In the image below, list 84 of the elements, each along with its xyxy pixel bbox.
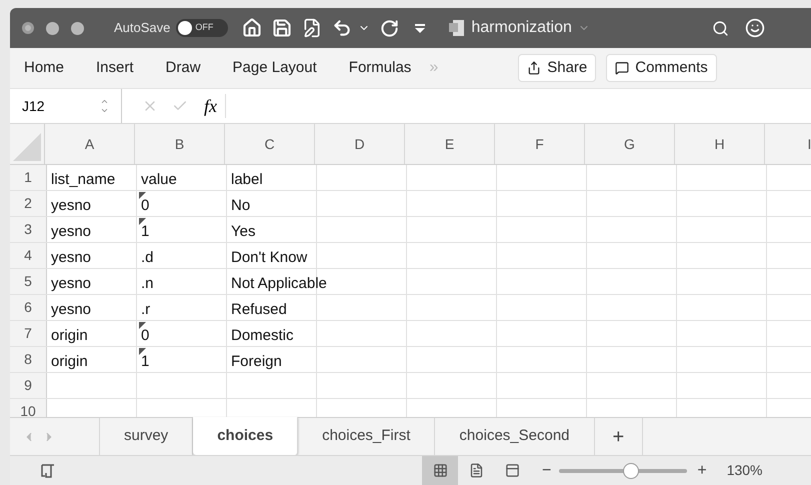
sheet-tab[interactable]: choices: [193, 417, 298, 455]
comment-icon: [615, 61, 630, 75]
undo-icon[interactable]: [332, 18, 352, 38]
comments-button[interactable]: Comments: [606, 54, 717, 82]
row-header[interactable]: 1: [10, 165, 47, 190]
cell-text: yesno: [51, 250, 92, 265]
cell-text: yesno: [51, 224, 92, 239]
cell-text: Refused: [231, 302, 287, 317]
column-header[interactable]: F: [495, 124, 585, 164]
grid-icon: [432, 463, 448, 478]
autosave-toggle[interactable]: OFF: [176, 19, 228, 37]
ribbon-tab[interactable]: Formulas: [348, 56, 412, 80]
cell-text: .r: [141, 302, 150, 317]
zoom-slider[interactable]: [559, 462, 688, 478]
view-button[interactable]: [422, 456, 458, 485]
cell-text: 0: [141, 198, 150, 213]
page-break-icon: [504, 463, 520, 478]
cell-text: Domestic: [231, 328, 294, 343]
document-title: harmonization: [471, 18, 572, 38]
ribbon-tab[interactable]: Page Layout: [232, 56, 317, 80]
row-header[interactable]: 5: [10, 269, 47, 294]
cell-text: 1: [141, 354, 150, 369]
cell-text: 1: [141, 224, 150, 239]
search-icon[interactable]: [712, 20, 729, 36]
cell-text: yesno: [51, 276, 92, 291]
zoom-level: 130%: [726, 461, 762, 480]
redo-icon[interactable]: [380, 18, 400, 38]
column-header[interactable]: E: [405, 124, 495, 164]
column-header[interactable]: D: [315, 124, 405, 164]
share-icon: [527, 61, 542, 75]
spreadsheet-file-icon: [449, 19, 466, 37]
cell-text: yesno: [51, 302, 92, 317]
cell-text: value: [141, 172, 177, 187]
home-icon[interactable]: [242, 18, 262, 38]
column-header[interactable]: C: [225, 124, 315, 164]
cell-text: .d: [141, 250, 154, 265]
macro-record-icon[interactable]: [40, 462, 56, 478]
zoom-out-button[interactable]: −: [542, 458, 552, 482]
ribbon-tab[interactable]: Home: [24, 56, 64, 80]
cell-text: Not Applicable: [231, 276, 327, 291]
row-header[interactable]: 6: [10, 295, 47, 320]
zoom-in-button[interactable]: +: [697, 458, 707, 482]
error-indicator-icon[interactable]: [139, 348, 146, 355]
cell-text: .n: [141, 276, 154, 291]
zoom-thumb[interactable]: [623, 462, 640, 478]
autosave-label: AutoSave: [114, 19, 170, 38]
row-header[interactable]: 10: [10, 399, 47, 417]
column-header[interactable]: B: [135, 124, 225, 164]
page-icon: [468, 463, 484, 478]
column-header[interactable]: H: [675, 124, 765, 164]
column-header[interactable]: G: [585, 124, 675, 164]
share-button[interactable]: Share: [518, 54, 596, 82]
cell-text: Don't Know: [231, 250, 308, 265]
cell-text: label: [231, 172, 263, 187]
row-header[interactable]: 8: [10, 347, 47, 372]
row-header[interactable]: 4: [10, 243, 47, 268]
row-header[interactable]: 3: [10, 217, 47, 242]
cell-text: Foreign: [231, 354, 282, 369]
cell-text: list_name: [51, 172, 116, 187]
ribbon-tab[interactable]: Draw: [166, 56, 201, 80]
name-box[interactable]: J12: [10, 89, 122, 123]
error-indicator-icon[interactable]: [139, 322, 146, 329]
column-header[interactable]: I: [765, 124, 811, 164]
maximize-window-icon[interactable]: [71, 22, 84, 34]
cell-text: origin: [51, 328, 88, 343]
column-header[interactable]: A: [45, 124, 135, 164]
cell-text: origin: [51, 354, 88, 369]
cell-text: No: [231, 198, 250, 213]
edit-document-icon[interactable]: [302, 18, 322, 38]
error-indicator-icon[interactable]: [139, 218, 146, 225]
function-label[interactable]: fx: [204, 92, 217, 120]
smiley-icon[interactable]: [744, 18, 765, 38]
cell-text: 0: [141, 328, 150, 343]
close-window-icon[interactable]: [22, 22, 34, 34]
minimize-window-icon[interactable]: [46, 22, 59, 34]
row-header[interactable]: 7: [10, 321, 47, 346]
ribbon-tab[interactable]: Insert: [96, 56, 134, 80]
cell-text: yesno: [51, 198, 92, 213]
row-header[interactable]: 9: [10, 373, 47, 398]
cell-text: Yes: [231, 224, 256, 239]
save-icon[interactable]: [272, 18, 292, 38]
customize-toolbar-icon[interactable]: [415, 24, 426, 32]
row-header[interactable]: 2: [10, 191, 47, 216]
error-indicator-icon[interactable]: [139, 192, 146, 199]
